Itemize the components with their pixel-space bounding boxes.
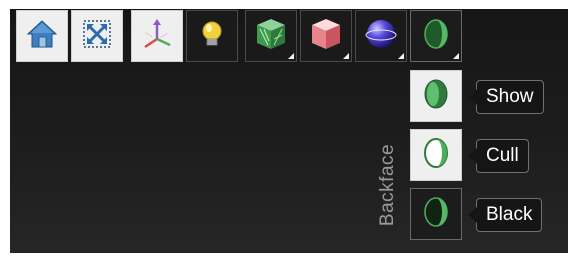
- backface-show-tooltip: Show: [468, 80, 544, 114]
- backface-black-tooltip: Black: [468, 198, 543, 232]
- black-backface-icon: [419, 195, 453, 234]
- material-button[interactable]: [355, 10, 407, 62]
- backface-cull-button[interactable]: [410, 129, 462, 181]
- half-shaded-sphere-icon: [419, 17, 453, 56]
- dropdown-corner-indicator: [453, 53, 459, 59]
- show-backface-icon: [419, 77, 453, 116]
- dropdown-corner-indicator: [288, 53, 294, 59]
- wireframe-render-button[interactable]: [245, 10, 297, 62]
- backface-show-label: Show: [486, 86, 534, 107]
- dropdown-corner-indicator: [398, 53, 404, 59]
- solid-render-button[interactable]: [300, 10, 352, 62]
- backface-black-label: Black: [486, 204, 533, 225]
- house-icon: [25, 17, 59, 56]
- tooltip-pointer: [468, 89, 477, 105]
- backface-cull-tooltip: Cull: [468, 139, 529, 173]
- lighting-button[interactable]: [186, 10, 238, 62]
- light-bulb-icon: [195, 17, 229, 56]
- dropdown-corner-indicator: [343, 53, 349, 59]
- home-view-button[interactable]: [16, 10, 68, 62]
- pink-cube-icon: [307, 15, 345, 58]
- xyz-axes-icon: [140, 17, 174, 56]
- backface-black-button[interactable]: [410, 188, 462, 240]
- backface-show-button[interactable]: [410, 70, 462, 122]
- green-shaded-cube-icon: [252, 15, 290, 58]
- tooltip-pointer: [468, 148, 477, 164]
- backface-menu-label: Backface: [377, 143, 398, 227]
- backface-button[interactable]: [410, 10, 462, 62]
- fit-view-icon: [80, 17, 114, 56]
- axes-button[interactable]: [131, 10, 183, 62]
- tooltip-pointer: [468, 207, 477, 223]
- zoom-fit-button[interactable]: [71, 10, 123, 62]
- blue-sphere-icon: [362, 15, 400, 58]
- cull-backface-icon: [419, 136, 453, 175]
- backface-cull-label: Cull: [486, 145, 519, 166]
